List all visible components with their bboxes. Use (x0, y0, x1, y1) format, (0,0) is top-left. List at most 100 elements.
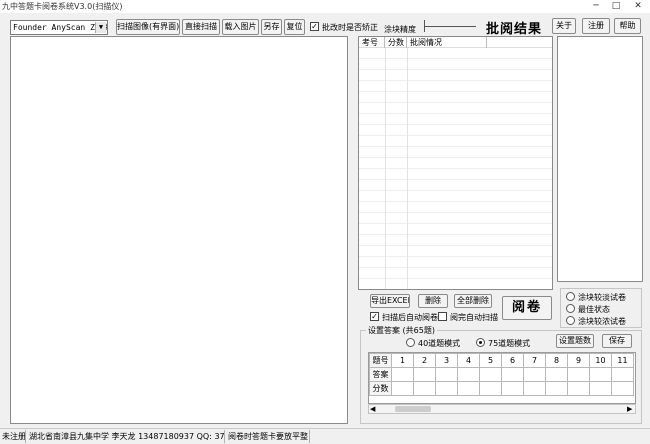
radio-light-blocks[interactable] (566, 292, 575, 301)
status-author: 湖北省南漳县九集中学 李天龙 13487180937 QQ: 372604771 (29, 430, 225, 443)
question-number: 8 (545, 353, 568, 368)
question-number: 9 (567, 353, 590, 368)
grid-row-label: 分数 (369, 381, 392, 396)
score-cell[interactable] (567, 381, 590, 396)
answer-cell[interactable] (391, 367, 414, 382)
scanner-select[interactable]: Founder AnyScan Z40系 ▼ (10, 20, 108, 35)
score-cell[interactable] (435, 381, 458, 396)
question-number: 5 (479, 353, 502, 368)
answer-cell[interactable] (545, 367, 568, 382)
auto-grade-checkbox[interactable]: ✓ (370, 312, 379, 321)
auto-scan-checkbox[interactable] (438, 312, 447, 321)
window-title: 九中答题卡阅卷系统V3.0(扫描仪) (2, 2, 123, 11)
light-blocks-label: 涂块较淡试卷 (578, 293, 626, 302)
score-cell[interactable] (589, 381, 612, 396)
question-number: 10 (589, 353, 612, 368)
delete-all-button[interactable]: 全部删除 (454, 294, 492, 308)
score-cell[interactable] (391, 381, 414, 396)
score-cell[interactable] (479, 381, 502, 396)
mode-75-label: 75道题模式 (488, 339, 531, 348)
score-cell[interactable] (501, 381, 524, 396)
scroll-left-icon[interactable]: ◀ (370, 405, 375, 414)
scanner-select-value: Founder AnyScan Z40系 (13, 23, 108, 32)
answer-cell[interactable] (589, 367, 612, 382)
score-cell[interactable] (523, 381, 546, 396)
radio-mode-40[interactable] (406, 338, 415, 347)
close-button[interactable]: ✕ (628, 0, 648, 12)
question-number: 2 (413, 353, 436, 368)
scan-with-ui-button[interactable]: 扫描图像(有界面) (116, 19, 180, 35)
answer-grid[interactable]: 题号 1 2 3 4 5 6 7 8 9 10 11 答案 分数 (368, 352, 636, 404)
density-slider[interactable] (424, 26, 476, 27)
dark-blocks-label: 涂块较浓试卷 (578, 317, 626, 326)
reset-button[interactable]: 复位 (284, 19, 305, 35)
block-state-group: 涂块较淡试卷 最佳状态 涂块较浓试卷 (560, 288, 642, 328)
column-header-review[interactable]: 批阅情况 (407, 37, 487, 48)
title-bar: 九中答题卡阅卷系统V3.0(扫描仪) ─ □ ✕ (0, 0, 650, 13)
save-answers-button[interactable]: 保存 (602, 334, 632, 348)
grade-button[interactable]: 阅卷 (502, 296, 552, 320)
score-row: 分数 (369, 381, 634, 396)
best-state-label: 最佳状态 (578, 305, 610, 314)
auto-correct-checkbox[interactable]: ✓ (310, 22, 319, 31)
direct-scan-button[interactable]: 直接扫描 (182, 19, 220, 35)
score-cell[interactable] (611, 381, 634, 396)
question-number: 4 (457, 353, 480, 368)
scrollbar-thumb[interactable] (395, 406, 431, 412)
image-preview-panel (10, 36, 348, 424)
result-table[interactable]: 考号 分数 批阅情况 (358, 36, 553, 290)
score-cell[interactable] (457, 381, 480, 396)
density-label: 涂块精度 (384, 25, 416, 34)
register-button[interactable]: 注册 (582, 18, 610, 34)
question-number: 6 (501, 353, 524, 368)
answer-cell[interactable] (435, 367, 458, 382)
column-header-score[interactable]: 分数 (385, 37, 407, 48)
question-number: 3 (435, 353, 458, 368)
right-info-panel (557, 36, 643, 282)
auto-scan-label: 阅完自动扫描 (450, 313, 498, 322)
radio-dark-blocks[interactable] (566, 316, 575, 325)
score-cell[interactable] (413, 381, 436, 396)
help-button[interactable]: 帮助 (614, 18, 641, 34)
column-divider (385, 48, 386, 289)
scroll-right-icon[interactable]: ▶ (627, 405, 632, 414)
minimize-button[interactable]: ─ (586, 0, 606, 12)
result-table-body (359, 48, 552, 289)
answer-cell[interactable] (501, 367, 524, 382)
radio-best-state[interactable] (566, 304, 575, 313)
answer-cell[interactable] (479, 367, 502, 382)
chevron-down-icon[interactable]: ▼ (95, 22, 106, 33)
save-as-button[interactable]: 另存 (261, 19, 282, 35)
column-divider (407, 48, 408, 289)
question-number: 1 (391, 353, 414, 368)
answer-cell[interactable] (567, 367, 590, 382)
result-title: 批阅结果 (486, 22, 543, 37)
answer-cell[interactable] (611, 367, 634, 382)
question-number: 11 (611, 353, 634, 368)
export-excel-button[interactable]: 导出EXCEL (370, 294, 410, 308)
answer-row: 答案 (369, 367, 634, 382)
grid-row-label: 题号 (369, 353, 392, 368)
auto-grade-label: 扫描后自动阅卷 (382, 313, 438, 322)
answer-grid-scrollbar[interactable]: ◀ ▶ (368, 404, 636, 414)
question-number: 7 (523, 353, 546, 368)
grid-row-label: 答案 (369, 367, 392, 382)
mode-40-label: 40道题模式 (418, 339, 461, 348)
load-image-button[interactable]: 载入图片 (222, 19, 259, 35)
column-header-id[interactable]: 考号 (359, 37, 385, 48)
maximize-button[interactable]: □ (606, 0, 626, 12)
score-cell[interactable] (545, 381, 568, 396)
radio-mode-75[interactable] (476, 338, 485, 347)
delete-button[interactable]: 删除 (418, 294, 448, 308)
answer-cell[interactable] (523, 367, 546, 382)
result-table-header: 考号 分数 批阅情况 (359, 37, 552, 48)
answer-setup-label: 设置答案 (共65题) (366, 325, 437, 336)
answer-cell[interactable] (457, 367, 480, 382)
status-registration: 未注册 (2, 430, 26, 443)
set-count-button[interactable]: 设置题数 (556, 334, 594, 348)
status-hint: 阅卷时答题卡要放平整! (228, 430, 310, 443)
status-bar: 未注册 湖北省南漳县九集中学 李天龙 13487180937 QQ: 37260… (0, 428, 650, 444)
about-button[interactable]: 关于 (552, 18, 576, 34)
answer-cell[interactable] (413, 367, 436, 382)
question-number-row: 题号 1 2 3 4 5 6 7 8 9 10 11 (369, 353, 634, 368)
